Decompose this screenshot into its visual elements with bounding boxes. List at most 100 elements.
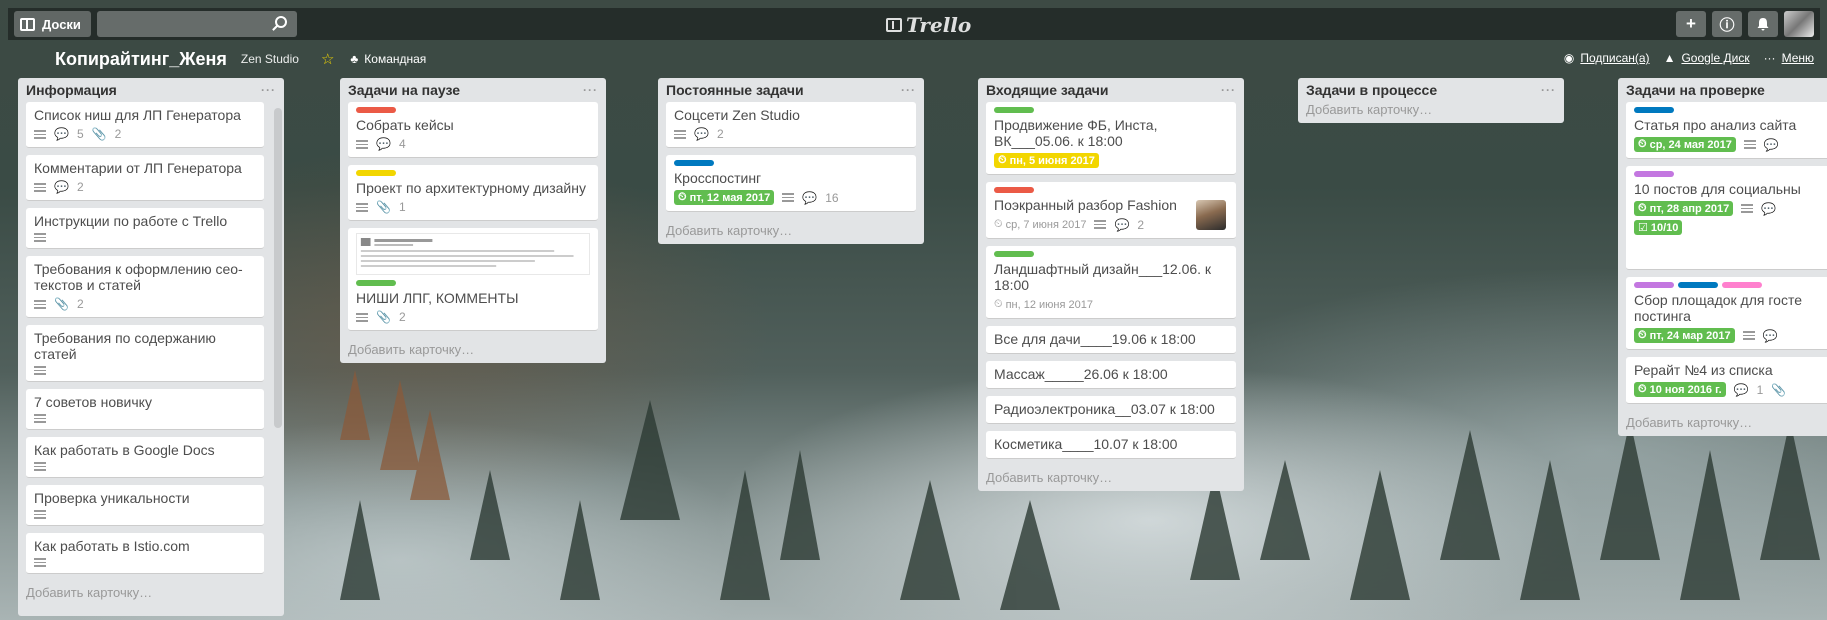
list-menu-icon[interactable]: ··· <box>901 83 916 97</box>
add-card-button[interactable]: Добавить карточку… <box>986 466 1236 485</box>
description-icon <box>674 129 686 139</box>
board-title[interactable]: Копирайтинг_Женя <box>55 49 227 70</box>
comment-icon: 💬 <box>1762 328 1778 343</box>
menu-button[interactable]: ··· Меню <box>1764 51 1814 65</box>
google-drive-icon: ▲ <box>1663 51 1676 65</box>
due-date-badge[interactable]: ⏲ ср, 7 июня 2017 <box>994 217 1086 232</box>
card[interactable]: Как работать в Google Docs <box>26 437 264 478</box>
due-date: пт, 12 мая 2017 <box>689 191 771 204</box>
card[interactable]: Массаж_____26.06 к 18:00 <box>986 361 1236 389</box>
add-button[interactable]: + <box>1676 11 1706 37</box>
card[interactable]: Косметика____10.07 к 18:00 <box>986 431 1236 459</box>
list-menu-icon[interactable]: ··· <box>583 83 598 97</box>
card[interactable]: Продвижение ФБ, Инста, ВК___05.06. к 18:… <box>986 102 1236 175</box>
info-button[interactable]: ⓘ <box>1712 11 1742 37</box>
attachment-count: 2 <box>114 127 122 141</box>
card[interactable]: Радиоэлектроника__03.07 к 18:00 <box>986 396 1236 424</box>
subscribed-button[interactable]: ◉ Подписан(а) <box>1564 51 1650 65</box>
list-incoming-tasks: Входящие задачи ··· Продвижение ФБ, Инст… <box>978 78 1244 491</box>
card[interactable]: Инструкции по работе с Trello <box>26 208 264 249</box>
due-date-badge[interactable]: ⏲ 10 ноя 2016 г. <box>1634 382 1726 397</box>
subscribed-label: Подписан(а) <box>1580 51 1650 65</box>
team-name[interactable]: Zen Studio <box>241 52 299 66</box>
trello-logo[interactable]: Trello <box>886 13 971 37</box>
card[interactable]: Собрать кейсы 💬 4 <box>348 102 598 158</box>
card[interactable]: Все для дачи____19.06 к 18:00 <box>986 326 1236 354</box>
card[interactable]: 10 постов для социальны ⏲ пт, 28 апр 2017… <box>1626 166 1827 270</box>
add-card-button[interactable]: Добавить карточку… <box>1306 102 1556 117</box>
card[interactable]: Кросспостинг ⏲ пт, 12 мая 2017 💬 16 <box>666 155 916 212</box>
due-date-badge[interactable]: ⏲ ср, 24 мая 2017 <box>1634 137 1736 152</box>
label-green <box>994 107 1034 113</box>
card[interactable]: Проект по архитектурному дизайну 📎 1 <box>348 165 598 221</box>
card[interactable]: Проверка уникальности <box>26 485 264 526</box>
notifications-button[interactable] <box>1748 11 1778 37</box>
list-title[interactable]: Задачи на паузе <box>348 82 460 98</box>
search-input[interactable] <box>96 11 297 37</box>
add-card-button[interactable]: Добавить карточку… <box>1626 411 1819 430</box>
list-menu-icon[interactable]: ··· <box>1541 83 1556 97</box>
description-icon <box>34 462 46 471</box>
list-menu-icon[interactable]: ··· <box>261 83 276 97</box>
attachment-icon: 📎 <box>91 127 107 141</box>
card[interactable]: Требования к оформлению сео-текстов и ст… <box>26 256 264 318</box>
visibility-label[interactable]: Командная <box>364 52 426 66</box>
due-date: ср, 7 июня 2017 <box>1005 218 1087 231</box>
card[interactable]: НИШИ ЛПГ, КОММЕНТЫ 📎 2 <box>348 228 598 331</box>
card[interactable]: Рерайт №4 из списка ⏲ 10 ноя 2016 г. 💬 1 📎 <box>1626 357 1827 404</box>
card-cover-image <box>356 233 590 275</box>
add-card-button[interactable]: Добавить карточку… <box>26 581 276 600</box>
list-title[interactable]: Задачи на проверке <box>1626 82 1765 98</box>
card[interactable]: Требования по содержанию статей <box>26 325 264 382</box>
checklist-icon: ☑ <box>1638 222 1648 234</box>
add-card-button[interactable]: Добавить карточку… <box>666 219 916 238</box>
label-blue <box>674 160 714 166</box>
card-title: Статья про анализ сайта <box>1634 117 1797 133</box>
description-icon <box>1741 204 1754 213</box>
card[interactable]: Сбор площадок для госте постинга ⏲ пт, 24… <box>1626 277 1827 350</box>
card[interactable]: Ландшафтный дизайн___12.06. к 18:00 ⏲ пн,… <box>986 246 1236 319</box>
attachment-count: 1 <box>398 200 406 214</box>
member-avatar[interactable] <box>1196 200 1226 230</box>
card[interactable]: 7 советов новичку <box>26 389 264 430</box>
board-header: Копирайтинг_Женя Zen Studio ☆ ♣ Командна… <box>8 42 1820 76</box>
card-title: Проверка уникальности <box>34 490 190 506</box>
list-scrollbar[interactable] <box>274 108 282 428</box>
clock-icon: ⏲ <box>994 218 1003 230</box>
google-drive-button[interactable]: ▲ Google Диск <box>1664 51 1750 65</box>
bell-icon <box>1757 18 1769 31</box>
list-title[interactable]: Входящие задачи <box>986 82 1109 98</box>
due-date-badge[interactable]: ⏲ пн, 12 июня 2017 <box>994 297 1093 312</box>
card-title: Требования к оформлению сео-текстов и ст… <box>34 261 243 293</box>
card-title: Рерайт №4 из списка <box>1634 362 1773 378</box>
due-date-badge[interactable]: ⏲ пт, 24 мар 2017 <box>1634 328 1735 343</box>
list-title[interactable]: Задачи в процессе <box>1306 82 1437 98</box>
team-icon: ♣ <box>350 52 359 66</box>
user-avatar[interactable] <box>1784 11 1814 37</box>
label-blue <box>1634 107 1674 113</box>
card[interactable]: Список ниш для ЛП Генератора 💬 5 📎 2 <box>26 102 264 148</box>
comment-icon: 💬 <box>1761 201 1777 216</box>
card[interactable]: Поэкранный разбор Fashion ⏲ ср, 7 июня 20… <box>986 182 1236 239</box>
comment-count: 2 <box>716 127 724 141</box>
search-icon <box>274 16 287 28</box>
boards-button[interactable]: Доски <box>14 11 91 37</box>
card-title: Требования по содержанию статей <box>34 330 216 362</box>
due-date-badge[interactable]: ⏲ пн, 5 июня 2017 <box>994 153 1099 168</box>
card[interactable]: Статья про анализ сайта ⏲ ср, 24 мая 2017… <box>1626 102 1827 159</box>
card-title: Поэкранный разбор Fashion <box>994 197 1177 213</box>
card[interactable]: Соцсети Zen Studio 💬 2 <box>666 102 916 148</box>
list-title[interactable]: Информация <box>26 82 117 98</box>
card[interactable]: Комментарии от ЛП Генератора 💬 2 <box>26 155 264 201</box>
list-title[interactable]: Постоянные задачи <box>666 82 804 98</box>
due-date: пн, 5 июня 2017 <box>1009 154 1095 167</box>
comment-count: 5 <box>76 127 84 141</box>
add-card-button[interactable]: Добавить карточку… <box>348 338 598 357</box>
card-title: 10 постов для социальны <box>1634 181 1801 197</box>
due-date-badge[interactable]: ⏲ пт, 12 мая 2017 <box>674 190 775 205</box>
list-menu-icon[interactable]: ··· <box>1221 83 1236 97</box>
due-date-badge[interactable]: ⏲ пт, 28 апр 2017 <box>1634 201 1734 216</box>
card[interactable]: Как работать в Istio.com <box>26 533 264 574</box>
star-icon[interactable]: ☆ <box>321 50 334 68</box>
due-date: пт, 28 апр 2017 <box>1649 202 1730 215</box>
